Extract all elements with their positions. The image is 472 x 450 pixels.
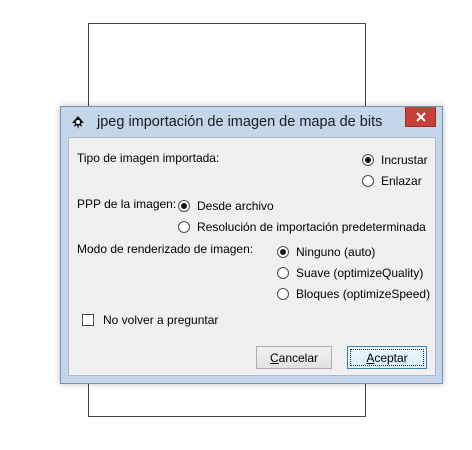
dialog-body: Tipo de imagen importada: Incrustar Enla…	[68, 137, 436, 376]
radio-dpi-from-file[interactable]: Desde archivo	[178, 199, 274, 213]
close-icon	[415, 111, 426, 122]
import-dialog: jpeg importación de imagen de mapa de bi…	[60, 106, 443, 384]
radio-indicator	[277, 288, 289, 300]
radio-dpi-default[interactable]: Resolución de importación predeterminada	[178, 220, 426, 234]
radio-indicator	[277, 267, 289, 279]
radio-dpi-from-file-label: Desde archivo	[197, 199, 274, 213]
image-type-label: Tipo de imagen importada:	[77, 151, 220, 165]
radio-render-blocky[interactable]: Bloques (optimizeSpeed)	[277, 287, 430, 301]
radio-indicator	[178, 221, 190, 233]
radio-render-blocky-label: Bloques (optimizeSpeed)	[296, 287, 431, 301]
radio-render-smooth-label: Suave (optimizeQuality)	[296, 266, 424, 280]
inkscape-icon	[72, 116, 84, 129]
title-bar[interactable]: jpeg importación de imagen de mapa de bi…	[61, 107, 442, 137]
dont-ask-label: No volver a preguntar	[103, 313, 219, 327]
radio-render-auto[interactable]: Ninguno (auto)	[277, 245, 375, 259]
dialog-title: jpeg importación de imagen de mapa de bi…	[97, 114, 383, 130]
render-mode-label: Modo de renderizado de imagen:	[77, 242, 254, 256]
cancel-mnemonic: C	[269, 350, 279, 365]
radio-embed[interactable]: Incrustar	[362, 153, 428, 167]
focus-ring	[350, 349, 424, 366]
radio-indicator	[277, 246, 289, 258]
radio-render-smooth[interactable]: Suave (optimizeQuality)	[277, 266, 423, 280]
radio-embed-label: Incrustar	[381, 153, 428, 167]
radio-link[interactable]: Enlazar	[362, 174, 422, 188]
accept-button[interactable]: Aceptar	[347, 346, 427, 369]
radio-indicator	[362, 175, 374, 187]
dpi-label: PPP de la imagen:	[77, 197, 177, 211]
dont-ask-checkbox[interactable]: No volver a preguntar	[82, 313, 218, 327]
radio-dpi-default-label: Resolución de importación predeterminada	[197, 220, 426, 234]
cancel-label: ancelar	[278, 350, 319, 365]
cancel-button[interactable]: Cancelar	[256, 346, 332, 369]
checkbox-box	[82, 314, 94, 326]
radio-indicator	[362, 154, 374, 166]
close-button[interactable]	[405, 107, 436, 127]
radio-indicator	[178, 200, 190, 212]
radio-link-label: Enlazar	[381, 174, 422, 188]
radio-render-auto-label: Ninguno (auto)	[296, 245, 376, 259]
